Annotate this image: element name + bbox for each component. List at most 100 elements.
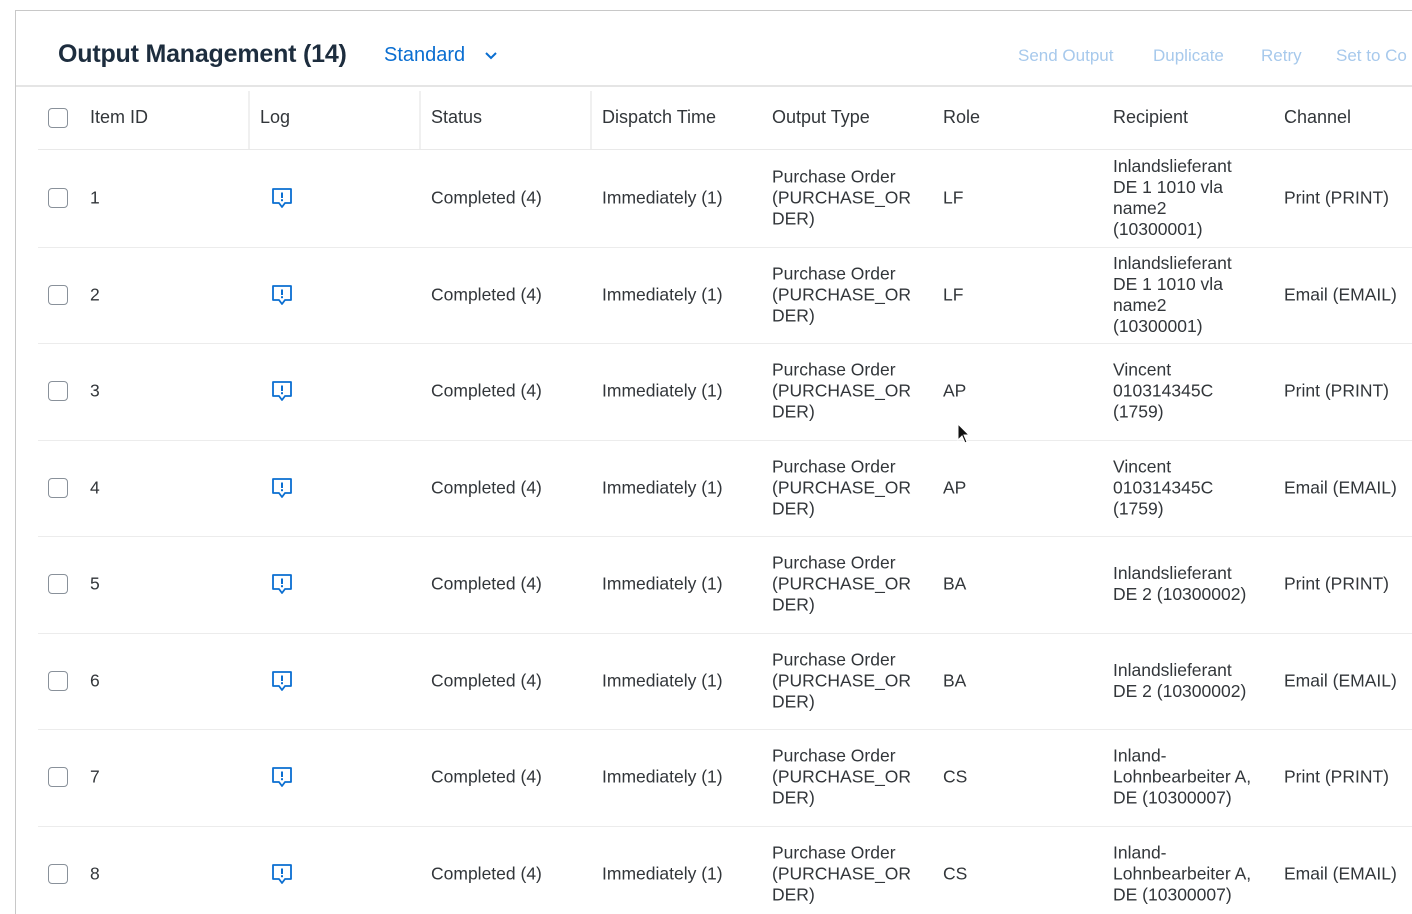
output-type-cell: Purchase Order(PURCHASE_ORDER) bbox=[772, 649, 911, 712]
output-type-cell-line: (PURCHASE_OR bbox=[772, 381, 911, 402]
message-info-icon[interactable] bbox=[270, 476, 294, 500]
output-type-cell-line: (PURCHASE_OR bbox=[772, 767, 911, 788]
output-type-cell-line: DER) bbox=[772, 209, 911, 230]
message-info-icon[interactable] bbox=[270, 765, 294, 789]
table-row[interactable]: 2Completed (4)Immediately (1)Purchase Or… bbox=[38, 247, 1412, 345]
table-row[interactable]: 7Completed (4)Immediately (1)Purchase Or… bbox=[38, 729, 1412, 827]
status-cell: Completed (4) bbox=[431, 477, 542, 498]
row-select-checkbox[interactable] bbox=[48, 671, 68, 691]
row-select-checkbox[interactable] bbox=[48, 864, 68, 884]
recipient-cell-line: Inland- bbox=[1113, 746, 1251, 767]
role-cell: LF bbox=[943, 284, 963, 305]
set-to-completed-button[interactable]: Set to Co bbox=[1336, 46, 1407, 66]
item-id-cell: 1 bbox=[90, 188, 100, 209]
recipient-cell-line: Vincent bbox=[1113, 456, 1213, 477]
recipient-cell: Vincent010314345C(1759) bbox=[1113, 360, 1213, 423]
recipient-cell: Vincent010314345C(1759) bbox=[1113, 456, 1213, 519]
recipient-cell-line: Vincent bbox=[1113, 360, 1213, 381]
message-info-icon[interactable] bbox=[270, 669, 294, 693]
item-id-cell: 6 bbox=[90, 670, 100, 691]
dispatch-time-cell: Immediately (1) bbox=[602, 863, 723, 884]
message-info-icon[interactable] bbox=[270, 379, 294, 403]
row-select-checkbox[interactable] bbox=[48, 478, 68, 498]
role-cell: LF bbox=[943, 188, 963, 209]
recipient-cell-line: (10300001) bbox=[1113, 316, 1232, 337]
table-row[interactable]: 3Completed (4)Immediately (1)Purchase Or… bbox=[38, 343, 1412, 441]
recipient-cell-line: DE 1 1010 vla bbox=[1113, 177, 1232, 198]
dispatch-time-cell: Immediately (1) bbox=[602, 477, 723, 498]
output-type-cell-line: Purchase Order bbox=[772, 263, 911, 284]
output-type-cell-line: DER) bbox=[772, 498, 911, 519]
role-cell: AP bbox=[943, 477, 966, 498]
output-type-cell-line: (PURCHASE_OR bbox=[772, 477, 911, 498]
recipient-cell-line: Inlandslieferant bbox=[1113, 156, 1232, 177]
column-header-channel[interactable]: Channel bbox=[1284, 107, 1351, 128]
duplicate-button[interactable]: Duplicate bbox=[1153, 46, 1224, 66]
recipient-cell-line: (1759) bbox=[1113, 498, 1213, 519]
output-type-cell: Purchase Order(PURCHASE_ORDER) bbox=[772, 167, 911, 230]
output-type-cell-line: Purchase Order bbox=[772, 842, 911, 863]
row-select-checkbox[interactable] bbox=[48, 574, 68, 594]
output-type-cell-line: Purchase Order bbox=[772, 649, 911, 670]
item-id-cell: 5 bbox=[90, 574, 100, 595]
table-row[interactable]: 4Completed (4)Immediately (1)Purchase Or… bbox=[38, 440, 1412, 538]
output-type-cell-line: DER) bbox=[772, 788, 911, 809]
row-select-checkbox[interactable] bbox=[48, 767, 68, 787]
table-row[interactable]: 1Completed (4)Immediately (1)Purchase Or… bbox=[38, 150, 1412, 248]
recipient-cell: InlandslieferantDE 2 (10300002) bbox=[1113, 563, 1246, 605]
recipient-cell-line: Inlandslieferant bbox=[1113, 563, 1246, 584]
table-row[interactable]: 6Completed (4)Immediately (1)Purchase Or… bbox=[38, 633, 1412, 731]
recipient-cell-line: Lohnbearbeiter A, bbox=[1113, 767, 1251, 788]
recipient-cell-line: 010314345C bbox=[1113, 477, 1213, 498]
table-row[interactable]: 5Completed (4)Immediately (1)Purchase Or… bbox=[38, 536, 1412, 634]
message-info-icon[interactable] bbox=[270, 283, 294, 307]
output-type-cell-line: Purchase Order bbox=[772, 746, 911, 767]
row-select-checkbox[interactable] bbox=[48, 285, 68, 305]
table-row[interactable]: 8Completed (4)Immediately (1)Purchase Or… bbox=[38, 826, 1412, 914]
row-select-checkbox[interactable] bbox=[48, 188, 68, 208]
message-info-icon[interactable] bbox=[270, 572, 294, 596]
item-id-cell: 8 bbox=[90, 863, 100, 884]
role-cell: BA bbox=[943, 670, 966, 691]
recipient-cell-line: Inland- bbox=[1113, 842, 1251, 863]
message-info-icon[interactable] bbox=[270, 186, 294, 210]
column-header-item-id[interactable]: Item ID bbox=[90, 107, 148, 128]
recipient-cell-line: (10300001) bbox=[1113, 219, 1232, 240]
output-type-cell-line: (PURCHASE_OR bbox=[772, 863, 911, 884]
table-header: Item ID Log Status Dispatch Time Output … bbox=[38, 87, 1412, 150]
dispatch-time-cell: Immediately (1) bbox=[602, 767, 723, 788]
recipient-cell-line: Inlandslieferant bbox=[1113, 253, 1232, 274]
output-type-cell-line: Purchase Order bbox=[772, 360, 911, 381]
channel-cell: Print (PRINT) bbox=[1284, 767, 1389, 788]
dispatch-time-cell: Immediately (1) bbox=[602, 284, 723, 305]
output-type-cell: Purchase Order(PURCHASE_ORDER) bbox=[772, 842, 911, 905]
dispatch-time-cell: Immediately (1) bbox=[602, 670, 723, 691]
column-header-status[interactable]: Status bbox=[431, 107, 482, 128]
column-header-dispatch-time[interactable]: Dispatch Time bbox=[602, 107, 716, 128]
dispatch-time-cell: Immediately (1) bbox=[602, 188, 723, 209]
status-cell: Completed (4) bbox=[431, 767, 542, 788]
status-cell: Completed (4) bbox=[431, 574, 542, 595]
column-header-log[interactable]: Log bbox=[260, 107, 290, 128]
retry-button[interactable]: Retry bbox=[1261, 46, 1302, 66]
role-cell: AP bbox=[943, 381, 966, 402]
output-type-cell-line: Purchase Order bbox=[772, 553, 911, 574]
column-header-recipient[interactable]: Recipient bbox=[1113, 107, 1188, 128]
channel-cell: Email (EMAIL) bbox=[1284, 670, 1397, 691]
send-output-button[interactable]: Send Output bbox=[1018, 46, 1113, 66]
recipient-cell-line: Inlandslieferant bbox=[1113, 660, 1246, 681]
column-header-role[interactable]: Role bbox=[943, 107, 980, 128]
output-type-cell-line: (PURCHASE_OR bbox=[772, 284, 911, 305]
output-type-cell: Purchase Order(PURCHASE_ORDER) bbox=[772, 553, 911, 616]
column-separator bbox=[419, 91, 421, 149]
recipient-cell-line: 010314345C bbox=[1113, 381, 1213, 402]
column-separator bbox=[590, 91, 592, 149]
message-info-icon[interactable] bbox=[270, 862, 294, 886]
column-header-output-type[interactable]: Output Type bbox=[772, 107, 870, 128]
item-id-cell: 3 bbox=[90, 381, 100, 402]
row-select-checkbox[interactable] bbox=[48, 381, 68, 401]
recipient-cell: InlandslieferantDE 2 (10300002) bbox=[1113, 660, 1246, 702]
column-separator bbox=[248, 91, 250, 149]
output-type-cell-line: (PURCHASE_OR bbox=[772, 670, 911, 691]
select-all-checkbox[interactable] bbox=[48, 108, 68, 128]
